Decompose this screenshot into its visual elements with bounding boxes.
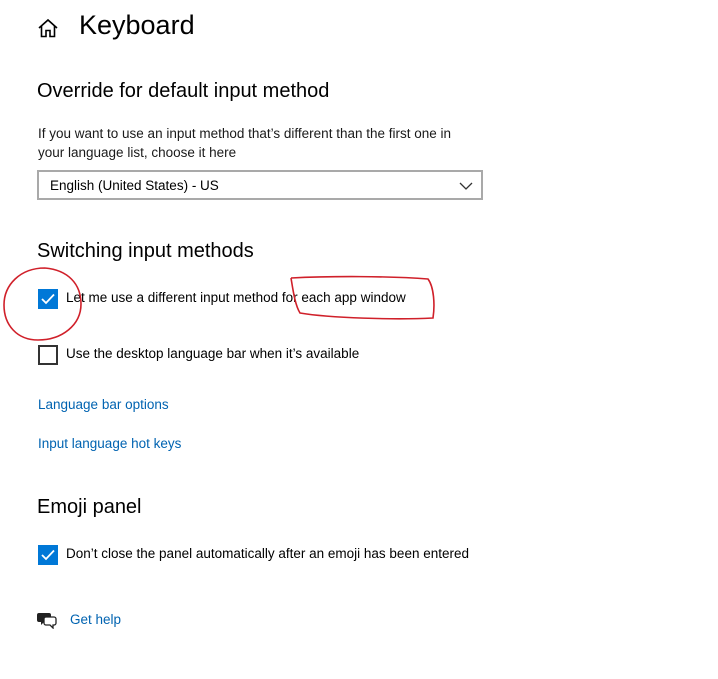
language-bar-options-link[interactable]: Language bar options (38, 397, 169, 412)
emoji-section-title: Emoji panel (37, 496, 142, 518)
emoji-panel-row[interactable]: Don’t close the panel automatically afte… (38, 545, 498, 567)
get-help-link[interactable]: Get help (70, 612, 121, 627)
override-section-title: Override for default input method (37, 80, 330, 102)
help-chat-icon[interactable] (37, 611, 57, 630)
desktop-language-bar-label: Use the desktop language bar when it’s a… (66, 346, 360, 361)
checkmark-icon (41, 549, 55, 561)
emoji-panel-checkbox[interactable] (38, 545, 58, 565)
input-method-dropdown[interactable]: English (United States) - US (37, 170, 483, 200)
input-language-hot-keys-link[interactable]: Input language hot keys (38, 436, 181, 451)
switching-section-title: Switching input methods (37, 240, 254, 262)
checkmark-icon (41, 293, 55, 305)
chevron-down-icon (459, 179, 473, 191)
override-description-line1: If you want to use an input method that’… (38, 126, 452, 141)
desktop-language-bar-checkbox[interactable] (38, 345, 58, 365)
dropdown-selected-value: English (United States) - US (50, 178, 219, 193)
emoji-panel-label: Don’t close the panel automatically afte… (66, 546, 469, 561)
desktop-language-bar-row[interactable]: Use the desktop language bar when it’s a… (38, 345, 378, 367)
home-icon[interactable] (37, 17, 59, 39)
per-app-input-method-label: Let me use a different input method for … (66, 290, 406, 305)
page-title: Keyboard (79, 10, 195, 40)
override-description-line2: your language list, choose it here (38, 145, 237, 160)
per-app-input-method-row[interactable]: Let me use a different input method for … (38, 289, 458, 311)
per-app-input-method-checkbox[interactable] (38, 289, 58, 309)
